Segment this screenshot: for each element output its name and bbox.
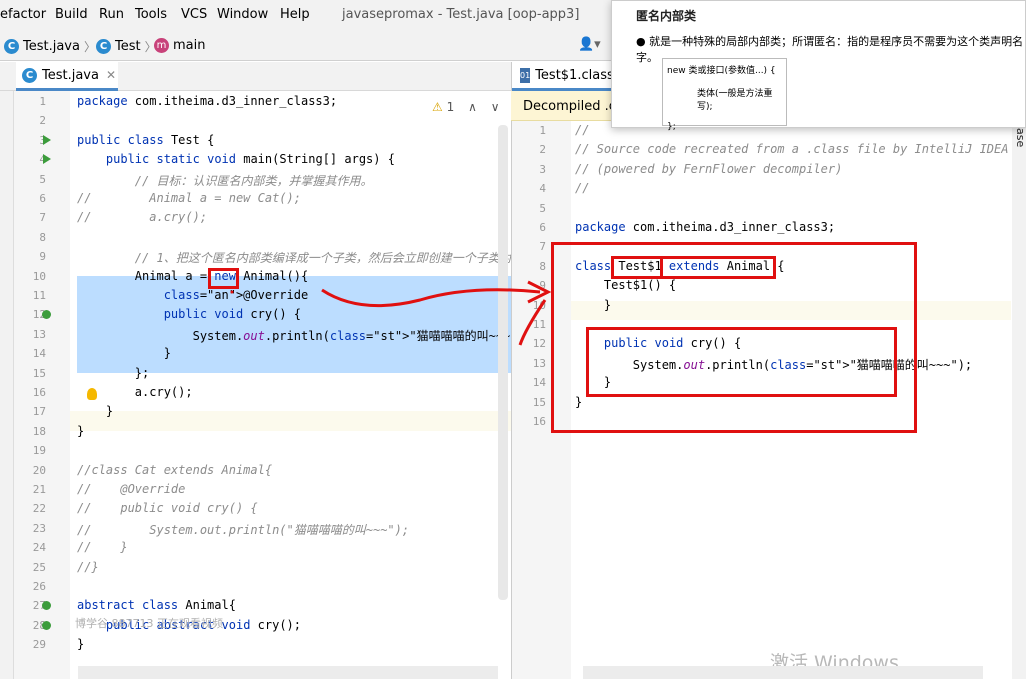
left-horizontal-scrollbar[interactable] [78, 666, 498, 679]
viewer-watermark: 博学谷 887713 正在观看视频 [75, 617, 223, 630]
syntax-line-2: 类体(一般是方法重写); [697, 89, 773, 112]
concept-popup: 匿名内部类 ● 就是一种特殊的局部内部类；所谓匿名：指的是程序员不需要为这个类声… [611, 0, 1026, 132]
popup-title: 匿名内部类 [636, 9, 697, 23]
syntax-line-3: }; [667, 122, 676, 132]
syntax-box: new 类或接口(参数值...) { 类体(一般是方法重写); }; [662, 58, 787, 132]
syntax-line-1: new 类或接口(参数值...) { [667, 66, 776, 76]
right-horizontal-scrollbar[interactable] [583, 666, 983, 679]
